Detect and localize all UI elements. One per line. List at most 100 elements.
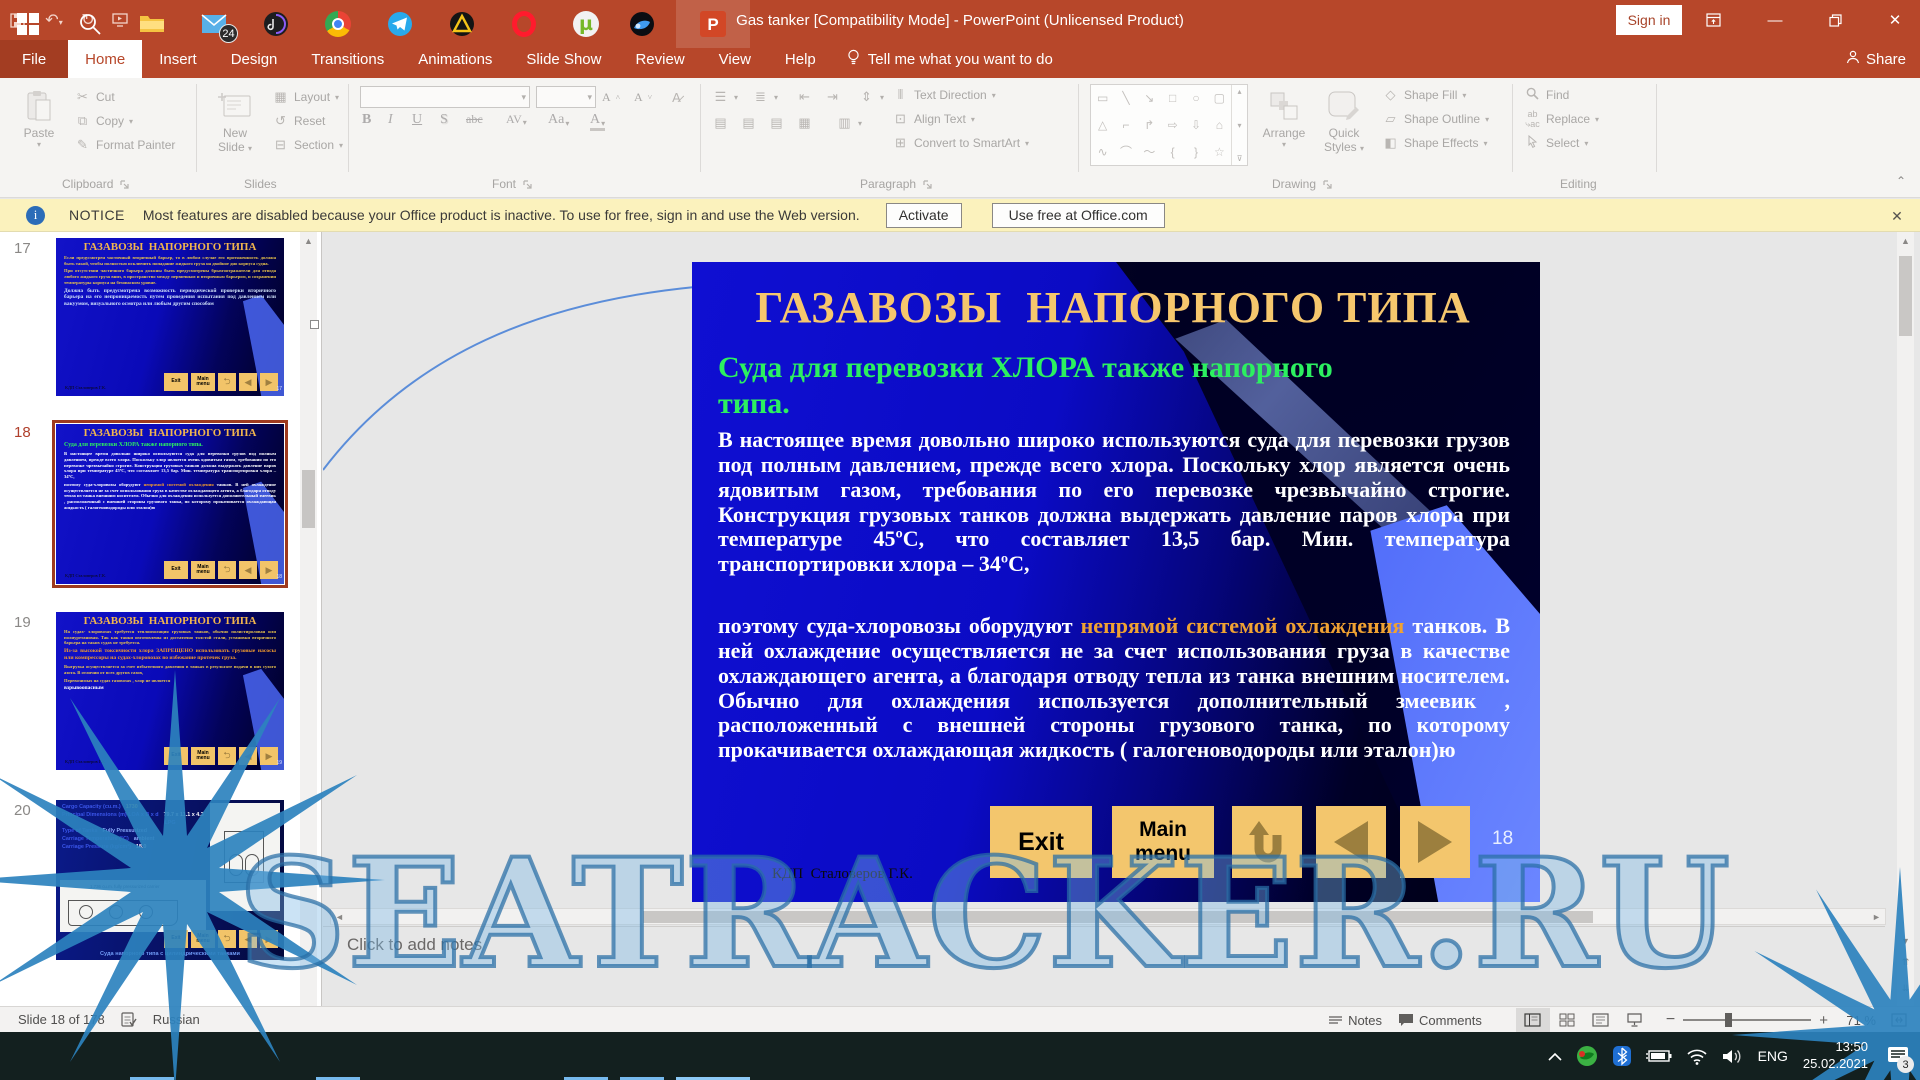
increase-indent-button[interactable]: ⇥ — [824, 86, 841, 108]
shapes-gallery-scrollbar[interactable]: ▴▾⊽ — [1231, 85, 1247, 165]
numbering-button[interactable]: ≣▾ — [752, 86, 778, 108]
copy-button[interactable]: ⧉Copy▾ — [74, 110, 133, 132]
fit-to-window-icon[interactable] — [1882, 1008, 1916, 1032]
spellcheck-icon[interactable] — [113, 1007, 145, 1033]
layout-button[interactable]: ▦Layout▾ — [272, 86, 339, 108]
convert-smartart-button[interactable]: ⊞Convert to SmartArt▾ — [892, 132, 1029, 154]
find-button[interactable]: Find — [1524, 84, 1569, 106]
slide-title[interactable]: ГАЗАВОЗЫ НАПОРНОГО ТИПА — [692, 282, 1534, 333]
align-right-button[interactable]: ▤ — [768, 112, 785, 134]
font-name-combo[interactable]: ▾ — [360, 86, 530, 108]
notes-toggle[interactable]: Notes — [1320, 1007, 1390, 1033]
thumb-scroll-up-icon[interactable]: ▲ — [300, 232, 317, 249]
taskbar-search-icon[interactable] — [66, 0, 114, 48]
triangle-app-icon[interactable] — [438, 0, 486, 48]
slide-subtitle[interactable]: Суда для перевозки ХЛОРА также напорного… — [718, 350, 1366, 422]
justify-button[interactable]: ▦ — [796, 112, 813, 134]
arrange-button[interactable]: Arrange ▾ — [1256, 82, 1312, 172]
decrease-indent-button[interactable]: ⇤ — [796, 86, 813, 108]
hscroll-right-icon[interactable]: ► — [1868, 909, 1885, 924]
language-switcher[interactable]: ENG — [1751, 1032, 1795, 1080]
next-slide-button[interactable]: ⇊ — [1897, 980, 1914, 997]
font-size-combo[interactable]: ▾ — [536, 86, 596, 108]
music-app-icon[interactable] — [252, 0, 300, 48]
section-button[interactable]: ⊟Section▾ — [272, 134, 343, 156]
activate-button[interactable]: Activate — [886, 203, 962, 228]
slide-exit-button[interactable]: Exit — [990, 806, 1092, 878]
mail-icon[interactable]: 24 — [190, 0, 238, 48]
comments-toggle[interactable]: Comments — [1390, 1007, 1490, 1033]
slide-thumbnail-18[interactable]: ГАЗАВОЗЫ НАПОРНОГО ТИПА Суда для перевоз… — [56, 424, 284, 584]
powerpoint-icon[interactable]: P — [689, 0, 737, 48]
vertical-scrollbar[interactable]: ▲ ▼ ⇈ ⇊ — [1897, 232, 1914, 1006]
shapes-gallery[interactable]: ▭╲↘□○▢ △⌐↱⇨⇩⌂ ∿⌒〜{}☆ ▴▾⊽ — [1090, 84, 1248, 166]
vscroll-thumb[interactable] — [1899, 256, 1912, 336]
text-direction-button[interactable]: ⫴Text Direction▾ — [892, 84, 996, 106]
restore-button[interactable] — [1812, 0, 1858, 40]
horizontal-scrollbar[interactable]: ◄ ► — [330, 908, 1886, 925]
wifi-icon[interactable] — [1679, 1032, 1715, 1080]
taskbar-clock[interactable]: 13:50 25.02.2021 — [1795, 1039, 1876, 1073]
action-center-icon[interactable]: 3 — [1876, 1032, 1920, 1080]
align-left-button[interactable]: ▤ — [712, 112, 729, 134]
slide-sorter-view-button[interactable] — [1550, 1008, 1584, 1032]
paste-button[interactable]: Paste ▾ — [10, 82, 68, 172]
share-button[interactable]: Share — [1846, 40, 1906, 78]
slideshow-view-button[interactable] — [1618, 1008, 1652, 1032]
use-free-button[interactable]: Use free at Office.com — [992, 203, 1165, 228]
slide-main-menu-button[interactable]: Main menu — [1112, 806, 1214, 878]
format-painter-button[interactable]: ✎Format Painter — [74, 134, 175, 156]
clear-formatting-button[interactable]: A̷ — [668, 86, 685, 108]
drawing-dialog-launcher[interactable] — [1322, 179, 1333, 190]
shape-effects-button[interactable]: ◧Shape Effects▾ — [1382, 132, 1488, 154]
volume-icon[interactable] — [1715, 1032, 1751, 1080]
slide-thumbnail-20[interactable]: Cargo Capacity (cu.m.)1730 Principal Dim… — [56, 800, 284, 960]
font-dialog-launcher[interactable] — [522, 179, 533, 190]
start-button[interactable] — [4, 0, 52, 48]
thumbnail-scrollbar[interactable]: ▲ — [300, 232, 317, 1006]
slide-return-button[interactable] — [1232, 806, 1302, 878]
slide-body-paragraph-2[interactable]: поэтому суда-хлоровозы оборудуют непрямо… — [718, 614, 1510, 763]
paragraph-dialog-launcher[interactable] — [922, 179, 933, 190]
collapse-ribbon-icon[interactable]: ⌃ — [1896, 174, 1906, 188]
curve-shape[interactable] — [323, 232, 723, 492]
chrome-icon[interactable] — [314, 0, 362, 48]
character-spacing-button[interactable]: AV▾ — [506, 112, 527, 127]
reset-button[interactable]: ↺Reset — [272, 110, 325, 132]
close-button[interactable]: ✕ — [1872, 0, 1918, 40]
quick-styles-button[interactable]: Quick Styles ▾ — [1316, 82, 1372, 172]
bold-button[interactable]: B — [362, 112, 371, 128]
zoom-slider-knob[interactable] — [1725, 1013, 1732, 1027]
ribbon-display-options-icon[interactable] — [1690, 0, 1736, 40]
text-shadow-button[interactable]: S — [440, 112, 448, 128]
change-case-button[interactable]: Aa▾ — [548, 112, 569, 128]
tab-help[interactable]: Help — [768, 40, 833, 78]
slide-previous-button[interactable] — [1316, 806, 1386, 878]
thumbnail-scroll-thumb[interactable] — [302, 470, 315, 528]
bullets-button[interactable]: ☰▾ — [712, 86, 738, 108]
shape-outline-button[interactable]: ▱Shape Outline▾ — [1382, 108, 1489, 130]
italic-button[interactable]: I — [388, 112, 393, 128]
vscroll-up-icon[interactable]: ▲ — [1897, 232, 1914, 249]
slide-body-paragraph-1[interactable]: В настоящее время довольно широко исполь… — [718, 428, 1510, 577]
vscroll-down-icon[interactable]: ▼ — [1897, 932, 1914, 949]
tray-chevron-icon[interactable] — [1541, 1032, 1569, 1080]
utorrent-icon[interactable]: µ — [562, 0, 610, 48]
columns-button[interactable]: ▥▾ — [836, 112, 862, 134]
clipboard-dialog-launcher[interactable] — [119, 179, 130, 190]
notes-pane[interactable]: Click to add notes — [323, 926, 1885, 1006]
tell-me-box[interactable]: Tell me what you want to do — [833, 40, 1067, 78]
shape-fill-button[interactable]: ◇Shape Fill▾ — [1382, 84, 1466, 106]
replace-button[interactable]: ab⤷acReplace▾ — [1524, 108, 1599, 130]
normal-view-button[interactable] — [1516, 1008, 1550, 1032]
underline-button[interactable]: U — [412, 112, 422, 128]
line-spacing-button[interactable]: ⇕▾ — [858, 86, 884, 108]
zoom-slider[interactable] — [1683, 1019, 1811, 1021]
shape-selection-handle[interactable] — [310, 320, 319, 329]
file-explorer-icon[interactable] — [128, 0, 176, 48]
select-button[interactable]: Select▾ — [1524, 132, 1588, 154]
previous-slide-button[interactable]: ⇈ — [1897, 954, 1914, 971]
cut-button[interactable]: ✂Cut — [74, 86, 115, 108]
hscroll-thumb[interactable] — [643, 911, 1593, 923]
language-indicator[interactable]: Russian — [145, 1007, 208, 1033]
